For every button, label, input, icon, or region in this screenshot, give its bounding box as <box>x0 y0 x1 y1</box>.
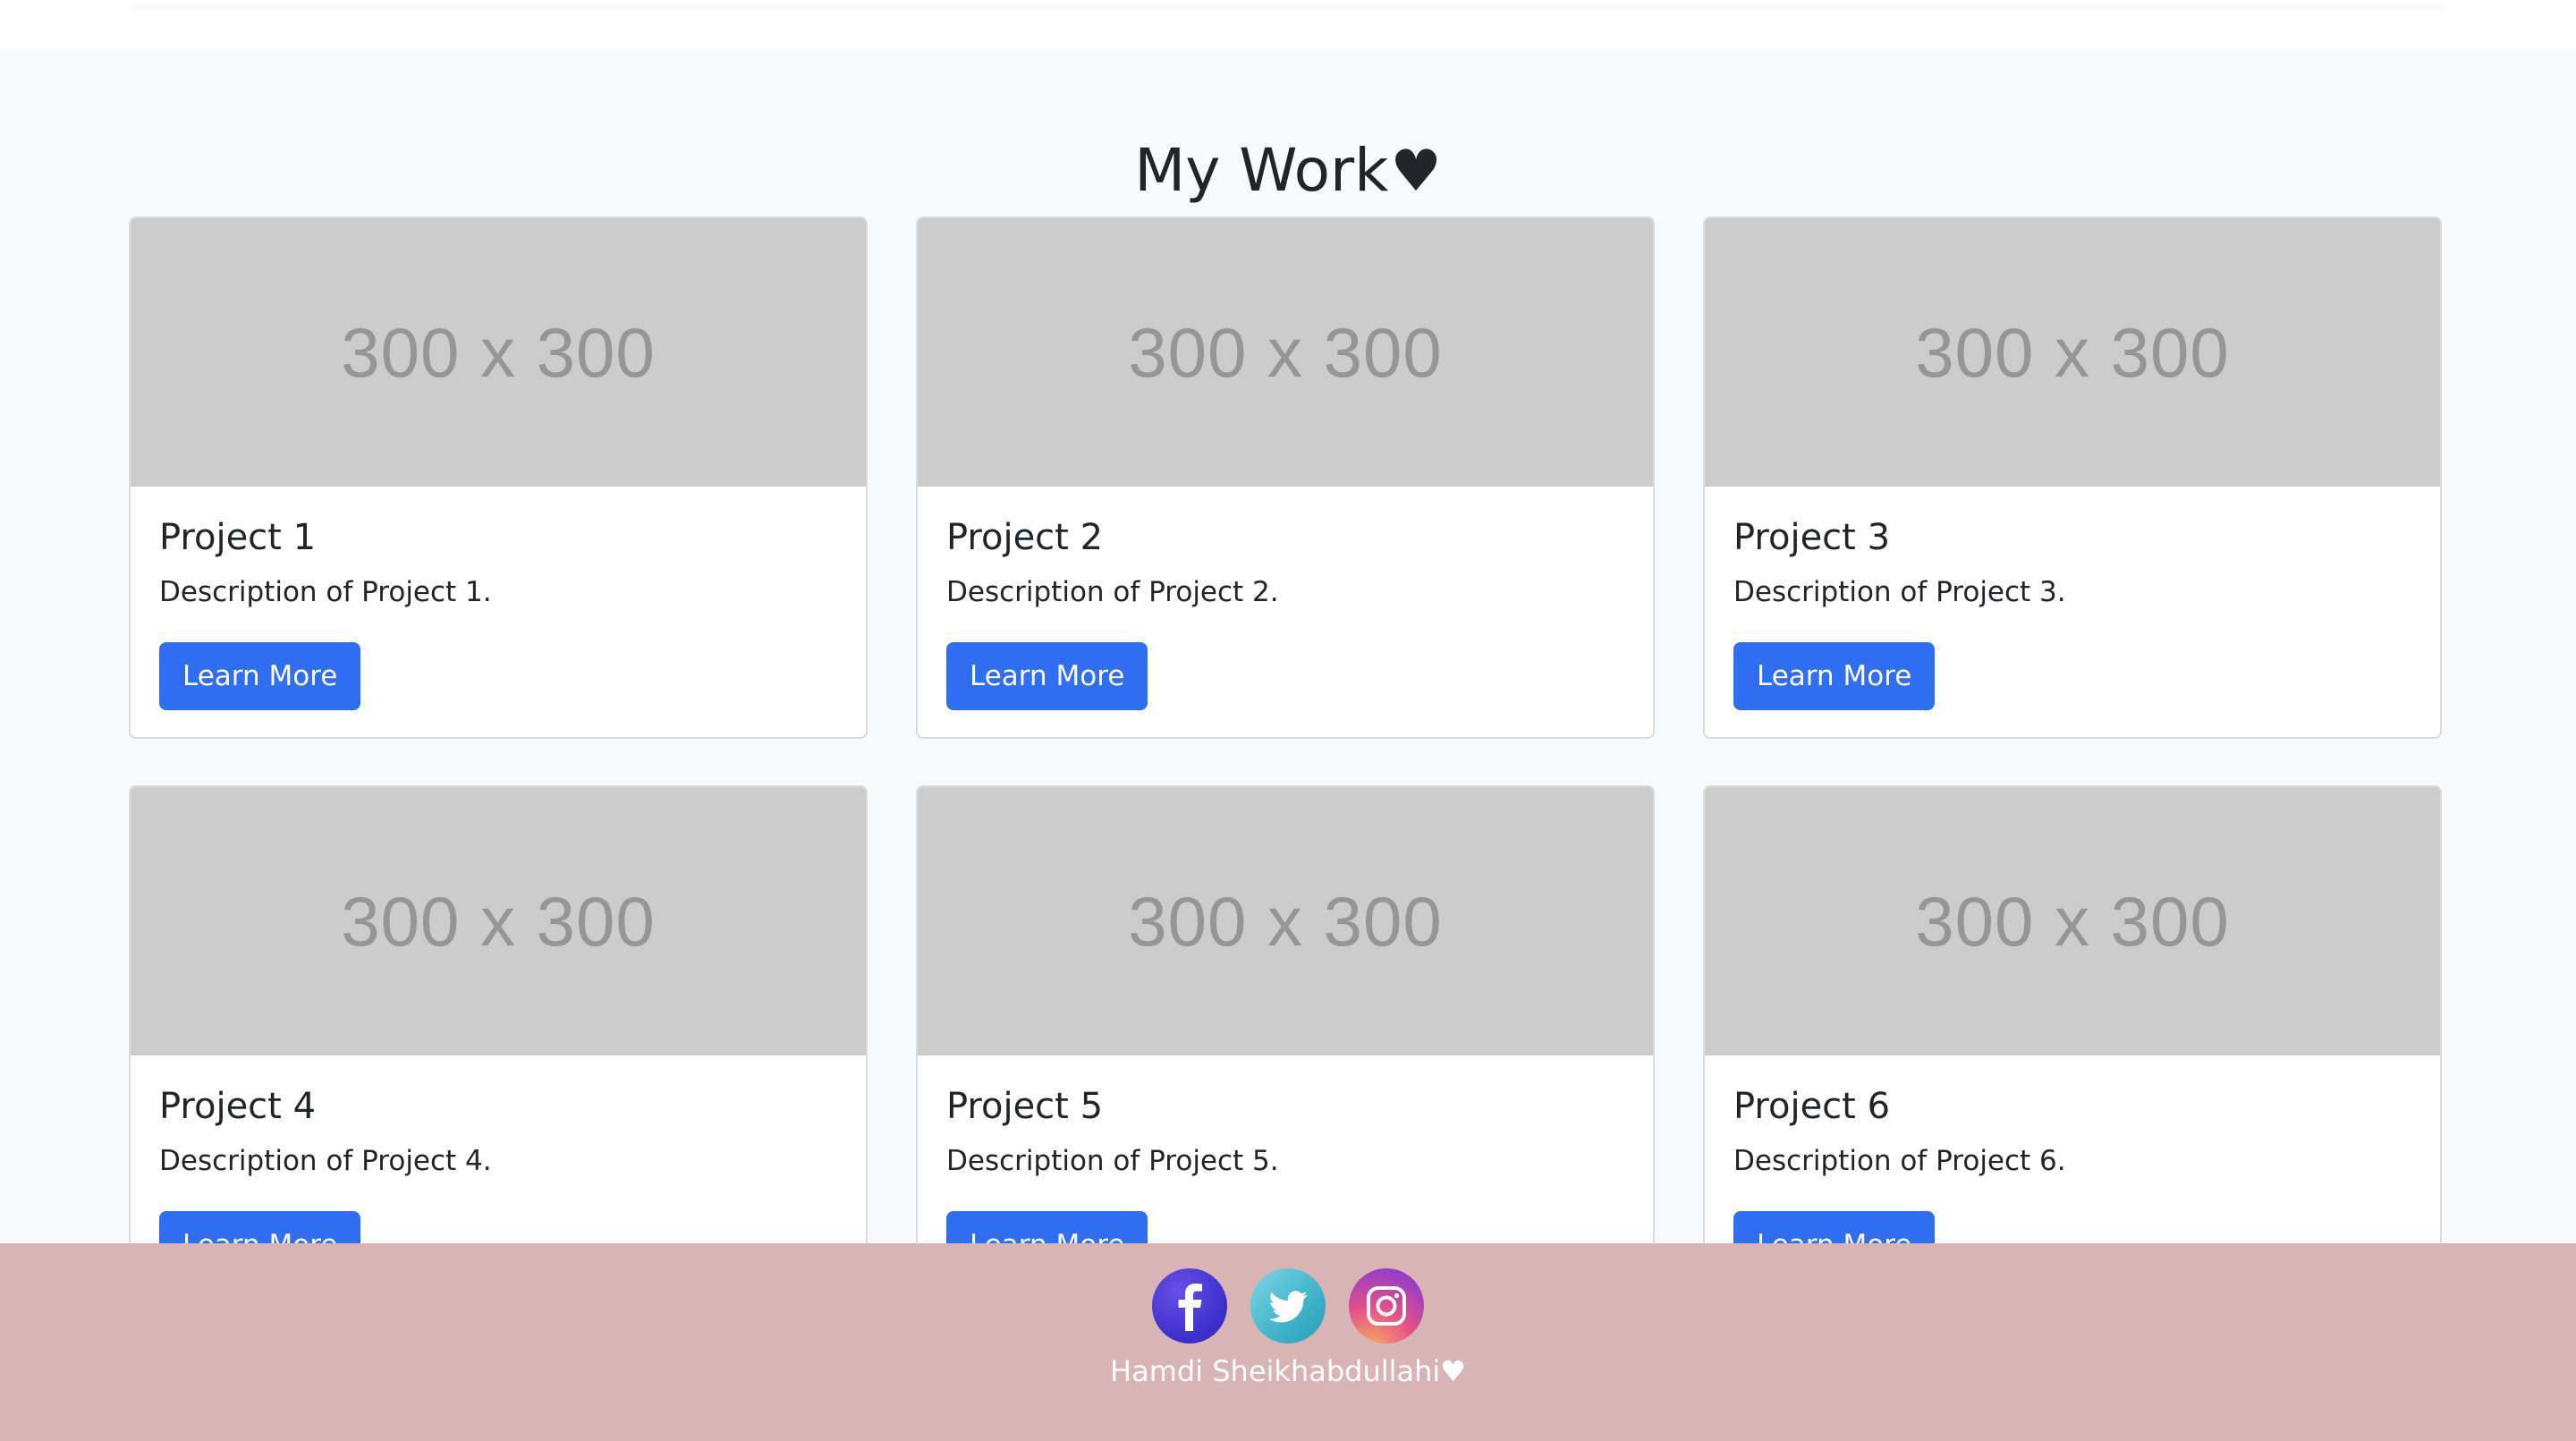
footer-credit-text: Hamdi Sheikhabdullahi <box>1110 1354 1441 1388</box>
heart-icon: ♥ <box>1440 1354 1466 1388</box>
project-image-placeholder: 300 x 300 <box>918 218 1653 487</box>
project-description: Description of Project 1. <box>159 576 492 608</box>
heart-icon: ♥ <box>1390 139 1442 205</box>
project-title: Project 6 <box>1733 1086 1891 1127</box>
learn-more-button[interactable]: Learn More <box>946 642 1148 710</box>
placeholder-text: 300 x 300 <box>1128 312 1443 392</box>
project-title: Project 4 <box>159 1086 317 1127</box>
project-description: Description of Project 2. <box>946 576 1279 608</box>
project-description: Description of Project 6. <box>1733 1145 2066 1177</box>
social-links <box>0 1268 2576 1344</box>
project-description: Description of Project 5. <box>946 1145 1279 1177</box>
section-title-text: My Work <box>1134 136 1389 205</box>
project-title: Project 2 <box>946 517 1104 558</box>
placeholder-text: 300 x 300 <box>341 881 656 961</box>
my-work-section: My Work♥ 300 x 300 Project 1 Description… <box>0 48 2576 1308</box>
placeholder-text: 300 x 300 <box>1128 881 1443 961</box>
project-title: Project 3 <box>1733 517 1891 558</box>
placeholder-text: 300 x 300 <box>1915 312 2230 392</box>
navbar-bottom-edge <box>132 0 2444 5</box>
learn-more-button[interactable]: Learn More <box>1733 642 1936 710</box>
project-image-placeholder: 300 x 300 <box>1705 218 2440 487</box>
facebook-icon[interactable] <box>1152 1268 1227 1344</box>
footer: Hamdi Sheikhabdullahi♥ <box>0 1243 2576 1441</box>
project-card: 300 x 300 Project 3 Description of Proje… <box>1703 216 2442 739</box>
project-description: Description of Project 3. <box>1733 576 2066 608</box>
project-image-placeholder: 300 x 300 <box>918 787 1653 1055</box>
project-card: 300 x 300 Project 6 Description of Proje… <box>1703 785 2442 1308</box>
project-description: Description of Project 4. <box>159 1145 492 1177</box>
twitter-icon[interactable] <box>1250 1268 1326 1344</box>
project-image-placeholder: 300 x 300 <box>1705 787 2440 1055</box>
learn-more-button[interactable]: Learn More <box>159 642 361 710</box>
placeholder-text: 300 x 300 <box>1915 881 2230 961</box>
project-card: 300 x 300 Project 2 Description of Proje… <box>916 216 1655 739</box>
project-image-placeholder: 300 x 300 <box>131 218 866 487</box>
project-image-placeholder: 300 x 300 <box>131 787 866 1055</box>
project-card: 300 x 300 Project 4 Description of Proje… <box>129 785 868 1308</box>
footer-credit: Hamdi Sheikhabdullahi♥ <box>0 1354 2576 1388</box>
instagram-icon[interactable] <box>1349 1268 1424 1344</box>
project-title: Project 1 <box>159 517 317 558</box>
project-card: 300 x 300 Project 1 Description of Proje… <box>129 216 868 739</box>
placeholder-text: 300 x 300 <box>341 312 656 392</box>
top-strip <box>0 0 2576 48</box>
project-card: 300 x 300 Project 5 Description of Proje… <box>916 785 1655 1308</box>
project-title: Project 5 <box>946 1086 1104 1127</box>
section-title: My Work♥ <box>0 131 2576 212</box>
